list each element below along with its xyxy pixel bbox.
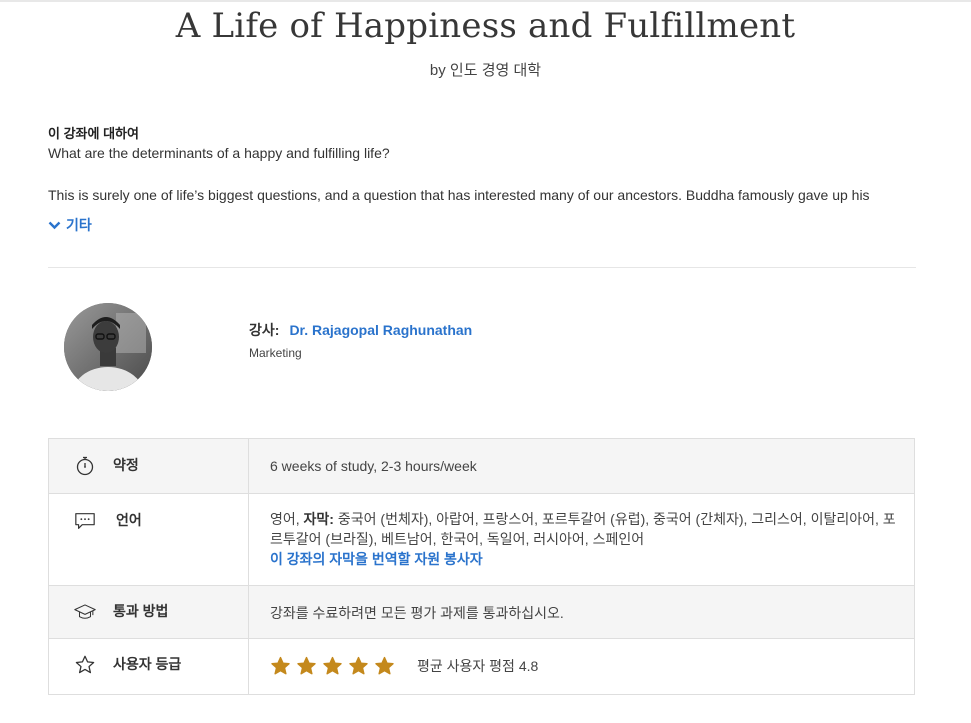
more-toggle-button[interactable]: 기타	[48, 215, 92, 235]
instructor-name-link[interactable]: Dr. Rajagopal Raghunathan	[289, 322, 472, 338]
passing-label: 통과 방법	[113, 603, 169, 619]
course-info-table: 약정 6 weeks of study, 2-3 hours/week 언어 영…	[48, 438, 915, 695]
instructor-department: Marketing	[249, 346, 302, 360]
volunteer-translate-link[interactable]: 이 강좌의 자막을 번역할 자원 봉사자	[270, 549, 902, 569]
rating-label-cell: 사용자 등급	[49, 639, 249, 694]
subtitles-list: 중국어 (번체자), 아랍어, 프랑스어, 포르투갈어 (유럽), 중국어 (간…	[270, 511, 896, 547]
commitment-label: 약정	[113, 457, 139, 473]
rating-row: 사용자 등급 평균 사용자 평점 4.8	[49, 639, 914, 694]
star-full-icon	[297, 656, 316, 675]
star-full-icon	[375, 656, 394, 675]
star-outline-icon	[74, 654, 96, 676]
star-full-icon	[323, 656, 342, 675]
subtitles-label: 자막:	[303, 511, 334, 527]
top-border	[0, 0, 971, 2]
section-divider	[48, 267, 916, 268]
commitment-label-cell: 약정	[49, 439, 249, 493]
language-value: 영어, 자막: 중국어 (번체자), 아랍어, 프랑스어, 포르투갈어 (유럽)…	[249, 494, 914, 585]
rating-stars	[270, 656, 400, 676]
instructor-info: 강사: Dr. Rajagopal Raghunathan	[249, 320, 472, 340]
passing-value: 강좌를 수료하려면 모든 평가 과제를 통과하십시오.	[270, 605, 564, 621]
star-full-icon	[349, 656, 368, 675]
rating-label: 사용자 등급	[113, 656, 182, 672]
about-heading: 이 강좌에 대하여	[48, 126, 139, 141]
commitment-value: 6 weeks of study, 2-3 hours/week	[270, 458, 477, 474]
rating-value: 평균 사용자 평점 4.8	[249, 639, 914, 677]
language-label: 언어	[116, 512, 142, 528]
course-byline: by 인도 경영 대학	[429, 62, 542, 79]
passing-label-cell: 통과 방법	[49, 586, 249, 638]
language-label-cell: 언어	[49, 494, 249, 585]
instructor-photo	[64, 303, 152, 391]
star-full-icon	[271, 656, 290, 675]
language-primary: 영어,	[270, 511, 300, 527]
language-row: 언어 영어, 자막: 중국어 (번체자), 아랍어, 프랑스어, 포르투갈어 (…	[49, 494, 914, 586]
commitment-row: 약정 6 weeks of study, 2-3 hours/week	[49, 439, 914, 494]
rating-text: 평균 사용자 평점 4.8	[417, 658, 539, 674]
instructor-label: 강사:	[249, 322, 280, 338]
graduation-cap-icon	[74, 601, 96, 623]
about-subtitle: What are the determinants of a happy and…	[48, 145, 390, 161]
instructor-avatar[interactable]	[64, 303, 152, 391]
chat-bubble-icon	[74, 510, 96, 532]
stopwatch-icon	[74, 455, 96, 477]
about-body: This is surely one of life’s biggest que…	[48, 187, 870, 203]
passing-row: 통과 방법 강좌를 수료하려면 모든 평가 과제를 통과하십시오.	[49, 586, 914, 639]
chevron-down-icon	[48, 221, 61, 229]
course-title: A Life of Happiness and Fulfillment	[175, 6, 796, 46]
more-toggle-label: 기타	[66, 217, 92, 233]
